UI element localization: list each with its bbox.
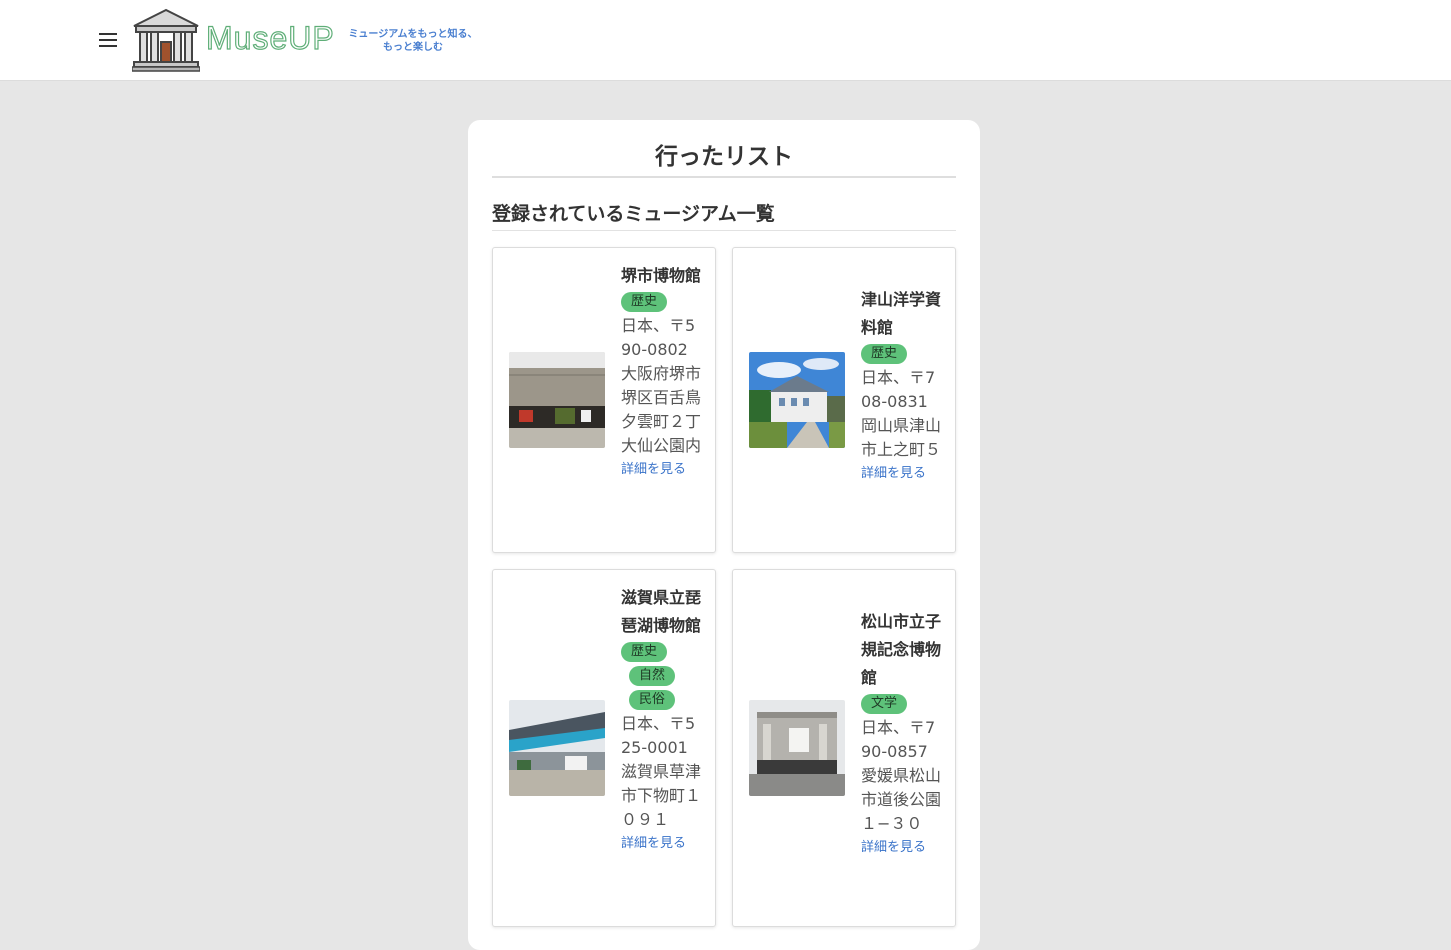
museum-name: 堺市博物館	[621, 266, 702, 285]
museum-name: 松山市立子規記念博物館	[861, 612, 942, 687]
page-title: 行ったリスト	[492, 140, 956, 178]
museum-photo	[509, 700, 605, 796]
museum-address: 日本、〒790-0857 愛媛県松山市道後公園１−３０	[861, 718, 942, 833]
museum-name: 津山洋学資料館	[861, 290, 942, 337]
site-header: MuseUP ミュージアムをもっと知る、 もっと楽しむ	[0, 0, 1451, 81]
details-link[interactable]: 詳細を見る	[861, 462, 943, 486]
museum-name: 滋賀県立琵琶湖博物館	[621, 588, 702, 635]
museum-card: 滋賀県立琵琶湖博物館 歴史 自然 民俗 日本、〒525-0001 滋賀県草津市下…	[492, 569, 716, 927]
category-tag: 歴史	[861, 344, 908, 364]
details-link[interactable]: 詳細を見る	[621, 458, 703, 482]
category-tag: 歴史	[621, 642, 668, 662]
category-tag: 歴史	[621, 292, 668, 312]
visited-list-panel: 行ったリスト 登録されているミュージアム一覧 堺市博物館 歴史 日本、〒590-…	[468, 120, 980, 950]
category-tag: 自然	[629, 666, 676, 686]
logo-text: MuseUP	[205, 19, 335, 56]
logo-tagline: ミュージアムをもっと知る、 もっと楽しむ	[348, 29, 478, 53]
details-link[interactable]: 詳細を見る	[621, 832, 703, 856]
category-tag: 民俗	[629, 690, 676, 710]
museum-photo	[509, 352, 605, 448]
section-title: 登録されているミュージアム一覧	[492, 200, 956, 231]
hamburger-menu-icon[interactable]	[99, 32, 117, 48]
museum-building-icon	[132, 8, 200, 72]
museum-address: 日本、〒525-0001 滋賀県草津市下物町１０９１	[621, 714, 702, 829]
details-link[interactable]: 詳細を見る	[861, 836, 943, 860]
museum-card: 松山市立子規記念博物館 文学 日本、〒790-0857 愛媛県松山市道後公園１−…	[732, 569, 956, 927]
museum-photo	[749, 700, 845, 796]
museum-photo	[749, 352, 845, 448]
site-logo[interactable]: MuseUP ミュージアムをもっと知る、 もっと楽しむ	[132, 8, 478, 72]
museum-address: 日本、〒708-0831 岡山県津山市上之町５	[861, 368, 942, 459]
category-tag: 文学	[861, 694, 908, 714]
museum-card: 津山洋学資料館 歴史 日本、〒708-0831 岡山県津山市上之町５ 詳細を見る	[732, 247, 956, 553]
museum-address: 日本、〒590-0802 大阪府堺市堺区百舌鳥夕雲町２丁 大仙公園内	[621, 316, 702, 455]
museum-card: 堺市博物館 歴史 日本、〒590-0802 大阪府堺市堺区百舌鳥夕雲町２丁 大仙…	[492, 247, 716, 553]
